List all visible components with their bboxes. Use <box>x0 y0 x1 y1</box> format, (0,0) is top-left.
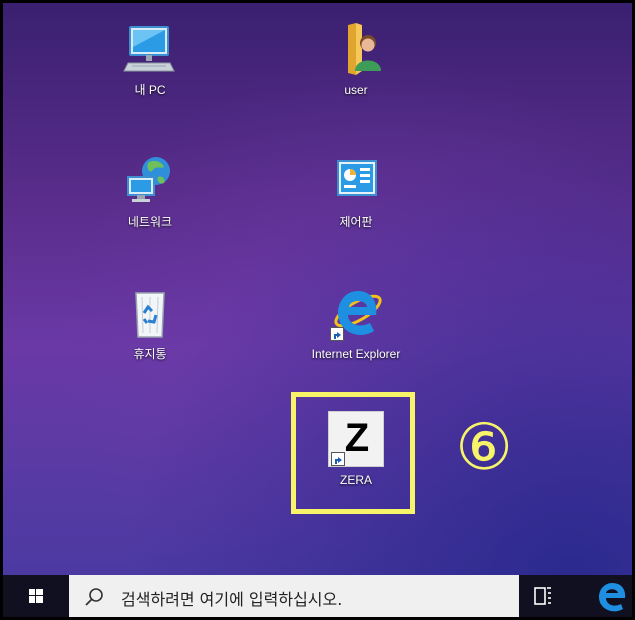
edge-browser-icon <box>599 583 626 612</box>
search-icon <box>85 588 103 606</box>
desktop-icon-label: user <box>344 83 368 97</box>
taskbar-search-box[interactable]: 검색하려면 여기에 입력하십시오. <box>69 575 519 617</box>
desktop-icon-internet-explorer[interactable]: Internet Explorer <box>311 285 401 362</box>
task-view-icon <box>534 587 551 605</box>
user-folder-icon <box>328 21 384 77</box>
desktop-icon-label: 네트워크 <box>127 215 173 229</box>
shortcut-arrow-icon <box>330 327 344 341</box>
internet-explorer-icon <box>328 285 384 341</box>
desktop-icon-network[interactable]: 네트워크 <box>105 153 195 230</box>
desktop[interactable]: 내 PC user 네트워크 제어판 휴지통 Internet Explorer… <box>3 3 632 575</box>
start-button[interactable] <box>3 575 69 617</box>
network-icon <box>122 153 178 209</box>
desktop-icon-user-folder[interactable]: user <box>311 21 401 98</box>
search-placeholder: 검색하려면 여기에 입력하십시오. <box>121 590 343 609</box>
desktop-icon-label: 내 PC <box>134 83 166 97</box>
desktop-icon-label: Internet Explorer <box>311 347 401 361</box>
desktop-icon-label: 제어판 <box>339 215 373 229</box>
desktop-icon-control-panel[interactable]: 제어판 <box>311 153 401 230</box>
desktop-icon-my-pc[interactable]: 내 PC <box>105 21 195 98</box>
control-panel-icon <box>328 153 384 209</box>
windows-logo-icon <box>29 589 43 603</box>
annotation-highlight-box <box>291 392 415 514</box>
edge-browser-button[interactable] <box>595 579 629 613</box>
screenshot-frame: 내 PC user 네트워크 제어판 휴지통 Internet Explorer… <box>0 0 635 620</box>
taskbar: 검색하려면 여기에 입력하십시오. <box>3 575 632 617</box>
computer-icon <box>122 21 178 77</box>
task-view-button[interactable] <box>527 581 559 611</box>
annotation-step-marker: ⑥ <box>455 411 513 485</box>
desktop-icon-recycle-bin[interactable]: 휴지통 <box>105 285 195 362</box>
desktop-icon-label: 휴지통 <box>133 347 167 361</box>
recycle-bin-icon <box>122 285 178 341</box>
